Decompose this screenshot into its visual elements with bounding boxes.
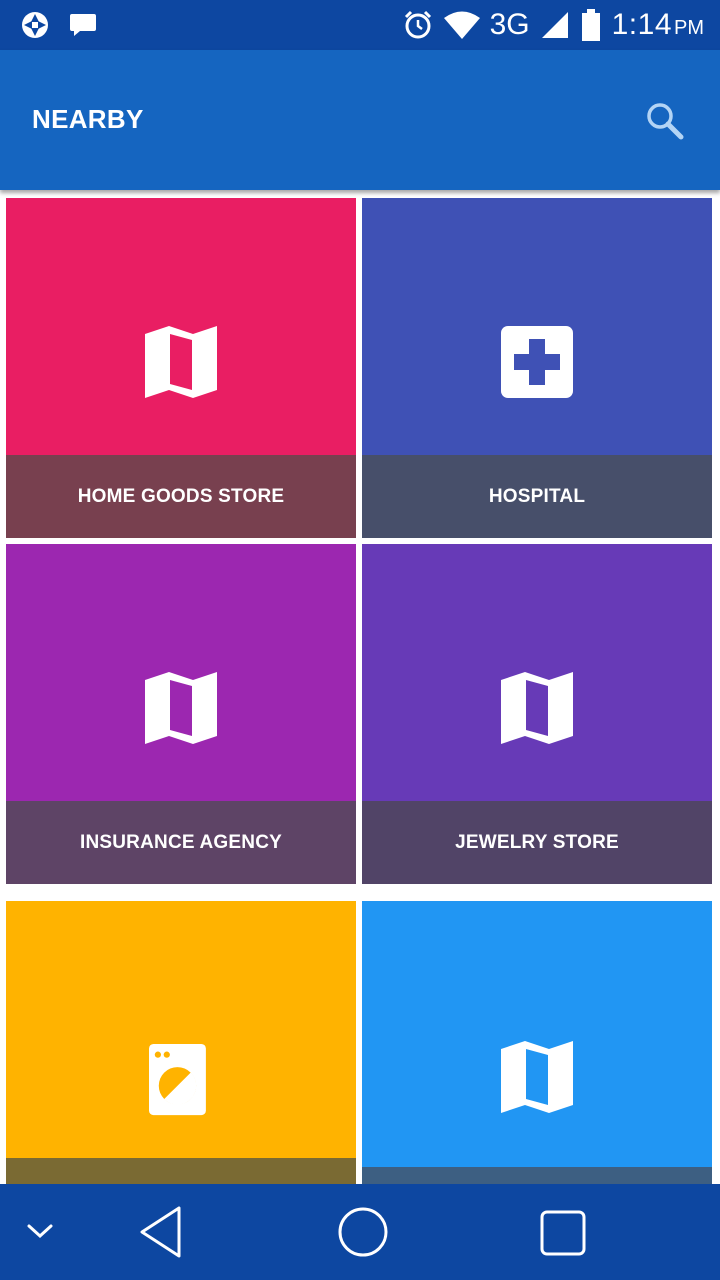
map-icon [501,672,573,744]
tile-jewelry-store[interactable]: JEWELRY STORE [362,544,712,884]
signal-icon [541,12,568,38]
laundry-icon [149,1044,206,1116]
navigation-bar [0,1184,720,1280]
battery-icon [581,9,600,41]
app-bar: NEARBY [0,50,720,190]
network-type: 3G [489,8,530,41]
tile-label [362,1167,712,1184]
tile-map[interactable] [362,901,712,1184]
tile-label: HOME GOODS STORE [6,455,356,538]
home-icon[interactable] [337,1206,389,1258]
clock-time: 1:14 [611,8,672,41]
recents-icon[interactable] [539,1209,587,1257]
aperture-icon [22,12,48,38]
category-grid: HOME GOODS STORE HOSPITAL INSURANCE AGEN… [0,198,720,1184]
tile-insurance-agency[interactable]: INSURANCE AGENCY [6,544,356,884]
tile-label: HOSPITAL [362,455,712,538]
map-icon [501,1041,573,1113]
status-bar: 3G 1:14 PM [0,0,720,50]
tile-home-goods-store[interactable]: HOME GOODS STORE [6,198,356,538]
tile-label [6,1158,356,1184]
tile-label: INSURANCE AGENCY [6,801,356,884]
tile-hospital[interactable]: HOSPITAL [362,198,712,538]
back-icon[interactable] [138,1205,184,1259]
tile-label: JEWELRY STORE [362,801,712,884]
map-icon [145,672,217,744]
app-screen: 3G 1:14 PM NEARBY HOME GOODS STORE HOSPI… [0,0,720,1280]
chevron-down-icon[interactable] [26,1220,54,1242]
clock-ampm: PM [674,17,704,39]
wifi-icon [443,11,480,39]
alarm-icon [404,10,431,39]
tile-laundry[interactable] [6,901,356,1184]
clock: 1:14 PM [612,8,704,42]
hospital-icon [501,326,573,398]
message-icon [70,14,96,36]
map-icon [145,326,217,398]
search-icon[interactable] [644,100,684,140]
page-title: NEARBY [32,104,144,134]
